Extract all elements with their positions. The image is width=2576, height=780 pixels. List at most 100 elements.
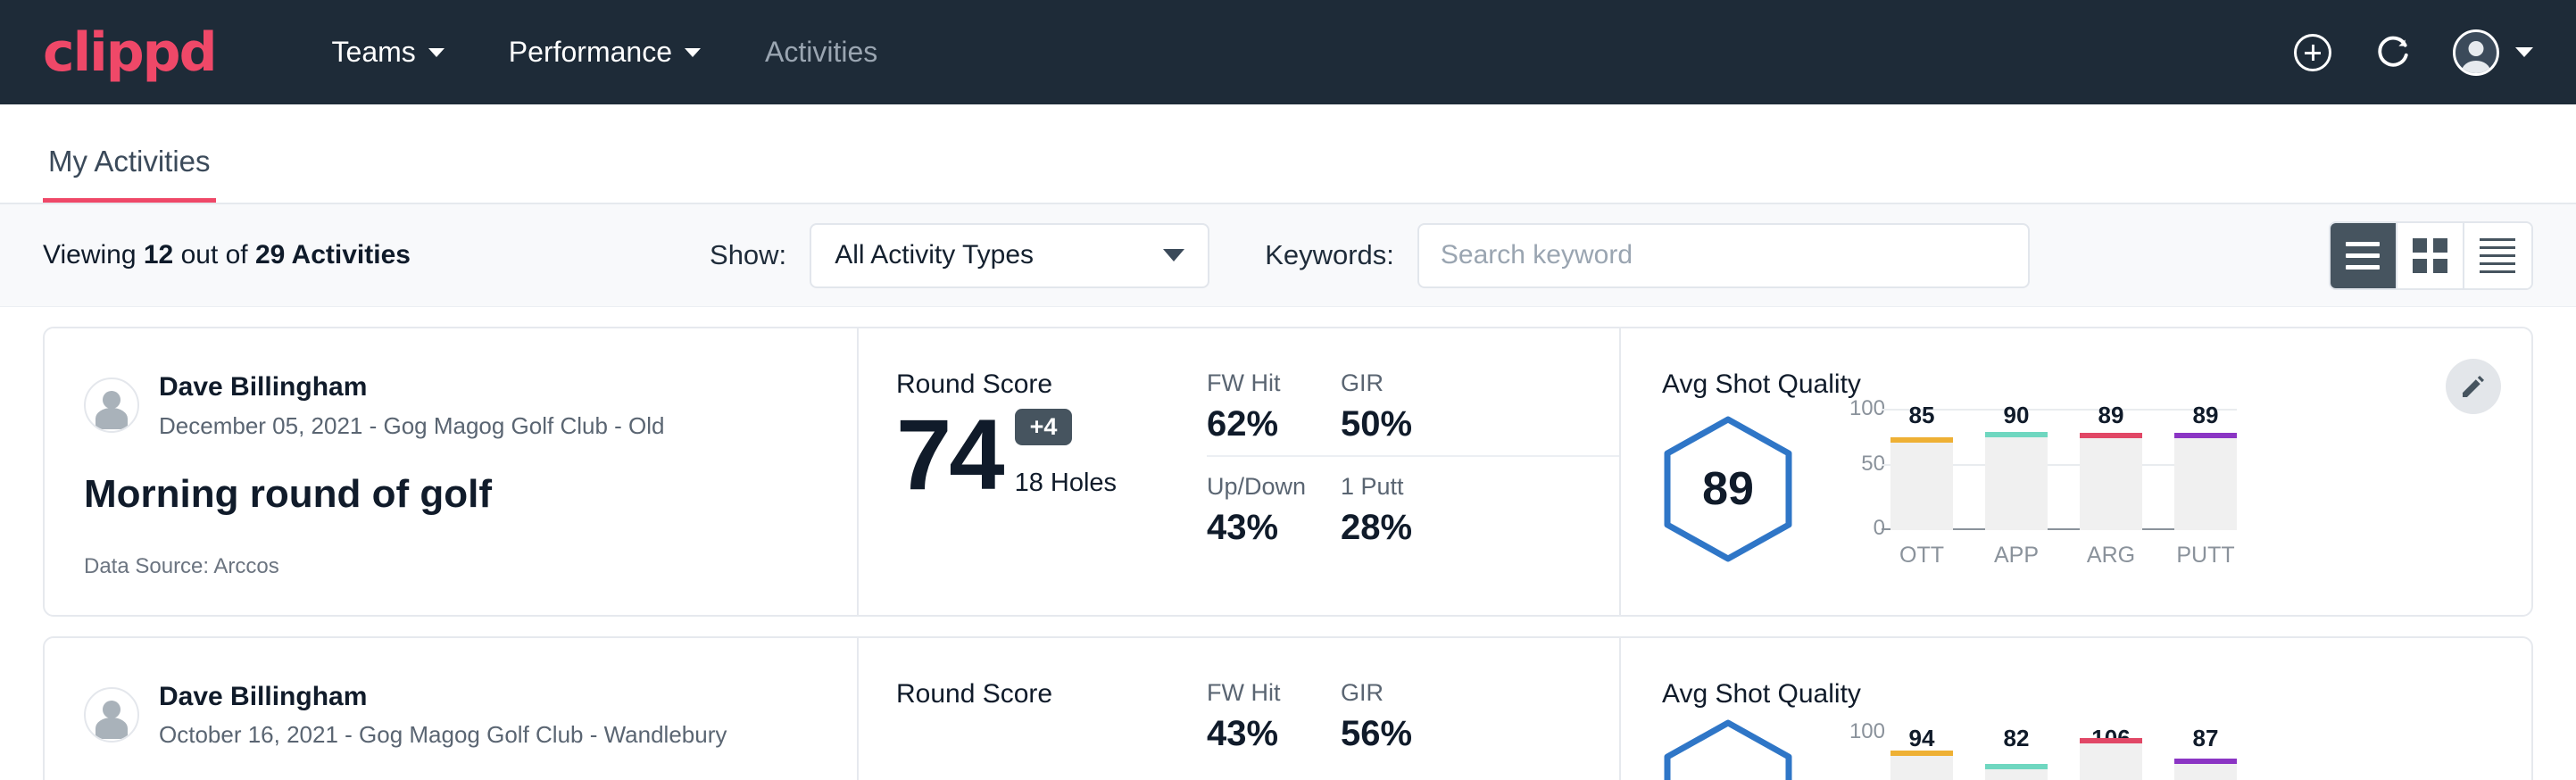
y-tick-100: 100 [1849, 396, 1885, 421]
stat-up-down: Up/Down 43% [1207, 457, 1341, 548]
filter-toolbar: Viewing 12 out of 29 Activities Show: Al… [0, 204, 2576, 307]
edit-activity-button[interactable] [2446, 359, 2501, 414]
shot-quality-chart: 100 50 0 85 [1839, 409, 2237, 568]
plus-circle-icon [2294, 34, 2331, 71]
stat-value: 43% [1207, 508, 1305, 548]
viewing-count: 12 [144, 240, 173, 270]
round-score-column: Round Score [859, 638, 1173, 780]
bar-value: 82 [1985, 725, 2048, 752]
refresh-icon [2372, 33, 2412, 72]
avatar [84, 687, 139, 743]
bar-putt: 89 [2174, 409, 2237, 530]
bar-arg: 106 [2080, 732, 2142, 780]
shot-quality-value: 89 [1662, 415, 1794, 563]
list-view-button[interactable] [2331, 223, 2397, 288]
stat-value: 28% [1341, 508, 1583, 548]
bar-cap [2080, 433, 2142, 438]
stat-label: 1 Putt [1341, 473, 1583, 501]
x-label-arg: ARG [2080, 543, 2142, 568]
round-score-label: Round Score [896, 369, 1173, 400]
rows-icon [2480, 238, 2515, 273]
chevron-down-icon [2515, 47, 2533, 57]
bar-value: 87 [2174, 725, 2237, 752]
user-avatar-icon [2453, 29, 2499, 76]
nav-label-teams: Teams [332, 36, 416, 69]
activity-author: Dave Billingham December 05, 2021 - Gog … [84, 369, 857, 442]
shot-quality-chart: 100 94 82 [1839, 732, 2237, 780]
add-button[interactable] [2294, 34, 2331, 71]
bar-shape [2080, 433, 2142, 530]
tab-my-activities[interactable]: My Activities [43, 145, 216, 203]
chevron-down-icon [685, 48, 701, 57]
avg-shot-quality-label: Avg Shot Quality [1662, 679, 2531, 709]
bar-cap [1985, 432, 2048, 437]
bar-cap [1985, 764, 2048, 769]
player-name: Dave Billingham [159, 679, 727, 716]
grid-view-button[interactable] [2397, 223, 2464, 288]
activity-type-value: All Activity Types [835, 240, 1034, 270]
shot-quality-column: Avg Shot Quality 100 94 [1621, 638, 2531, 780]
player-name: Dave Billingham [159, 369, 665, 406]
stat-label: GIR [1341, 679, 1583, 707]
stat-value: 50% [1341, 404, 1583, 444]
bar-shape [1890, 751, 1953, 780]
bar-arg: 89 [2080, 409, 2142, 530]
user-menu-button[interactable] [2453, 29, 2533, 76]
activity-list: Dave Billingham December 05, 2021 - Gog … [0, 307, 2576, 780]
bar-value: 85 [1890, 402, 1953, 429]
clippd-logo[interactable]: clippd [43, 21, 216, 84]
nav-item-activities[interactable]: Activities [765, 36, 877, 69]
shot-quality-hexagon: 89 [1662, 415, 1794, 563]
stats-column: FW Hit 62% GIR 50% Up/Down 43% 1 Putt 28… [1173, 328, 1619, 615]
compact-view-button[interactable] [2464, 223, 2531, 288]
page-tab-bar: My Activities [0, 104, 2576, 204]
stat-value: 56% [1341, 714, 1583, 754]
bar-shape [1890, 437, 1953, 530]
nav-item-performance[interactable]: Performance [509, 36, 701, 69]
view-mode-toggle-group [2329, 221, 2533, 290]
activity-type-select[interactable]: All Activity Types [810, 223, 1209, 288]
activity-meta: December 05, 2021 - Gog Magog Golf Club … [159, 410, 665, 442]
nav-label-performance: Performance [509, 36, 672, 69]
bar-cap [2174, 759, 2237, 764]
stat-label: FW Hit [1207, 369, 1305, 397]
search-input[interactable] [1417, 223, 2030, 288]
bar-cap [2080, 738, 2142, 743]
activity-card[interactable]: Dave Billingham October 16, 2021 - Gog M… [43, 636, 2533, 780]
bar-value: 90 [1985, 402, 2048, 429]
x-label-ott: OTT [1890, 543, 1953, 568]
activity-card[interactable]: Dave Billingham December 05, 2021 - Gog … [43, 327, 2533, 617]
refresh-button[interactable] [2372, 33, 2412, 72]
chevron-down-icon [428, 48, 445, 57]
data-source-label: Data Source: Arccos [84, 554, 857, 579]
bar-shape [2174, 433, 2237, 530]
y-tick-100: 100 [1849, 719, 1885, 744]
bar-putt: 87 [2174, 732, 2237, 780]
round-score-label: Round Score [896, 679, 1173, 709]
bar-value: 89 [2080, 402, 2142, 429]
activity-meta: October 16, 2021 - Gog Magog Golf Club -… [159, 718, 727, 751]
activity-title: Morning round of golf [84, 472, 857, 517]
round-score-row: 74 +4 18 Holes [896, 405, 1173, 505]
chart-y-axis: 100 [1839, 732, 1885, 780]
bar-cap [1890, 437, 1953, 443]
main-nav-items: Teams Performance Activities [332, 36, 878, 69]
stat-gir: GIR 50% [1341, 369, 1619, 457]
x-label-app: APP [1985, 543, 2048, 568]
viewing-prefix: Viewing [43, 240, 144, 270]
stat-label: GIR [1341, 369, 1583, 397]
nav-item-teams[interactable]: Teams [332, 36, 445, 69]
bar-cap [2174, 433, 2237, 438]
stat-label: Up/Down [1207, 473, 1305, 501]
stat-one-putt: 1 Putt 28% [1341, 457, 1619, 548]
pencil-icon [2459, 372, 2488, 401]
stats-column: FW Hit 43% GIR 56% [1173, 638, 1619, 780]
avg-shot-quality-label: Avg Shot Quality [1662, 369, 2531, 400]
bar-app: 82 [1985, 732, 2048, 780]
nav-label-activities: Activities [765, 36, 877, 69]
list-icon [2346, 242, 2380, 270]
activity-summary-column: Dave Billingham October 16, 2021 - Gog M… [45, 638, 857, 780]
activity-summary-column: Dave Billingham December 05, 2021 - Gog … [45, 328, 857, 615]
stat-value: 62% [1207, 404, 1305, 444]
bar-shape [1985, 432, 2048, 530]
